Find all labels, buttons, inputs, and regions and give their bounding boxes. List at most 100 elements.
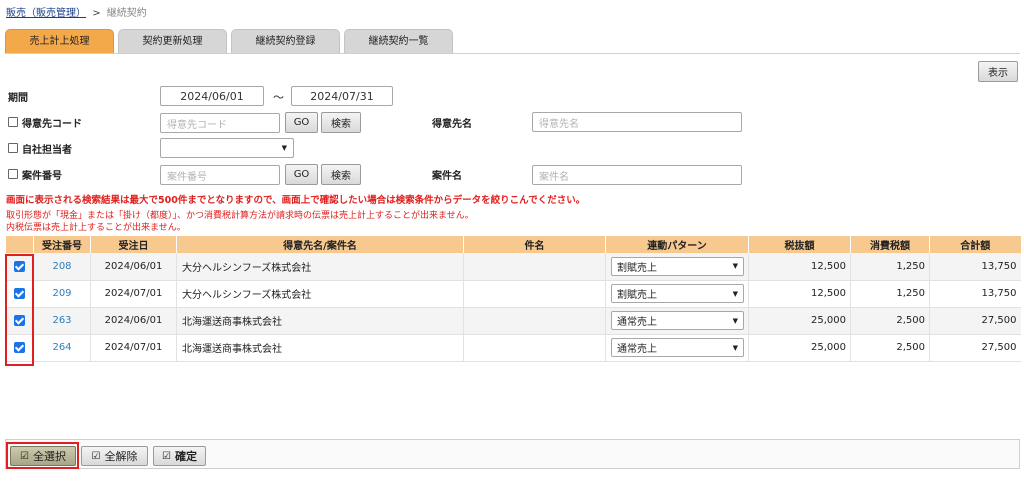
pattern-select[interactable]: 通常売上 ▼ — [611, 311, 744, 330]
chevron-down-icon: ▼ — [732, 262, 738, 271]
customer-name-input[interactable]: 得意先名 — [532, 112, 742, 132]
tab-divider — [5, 53, 1020, 54]
project-no-search-button[interactable]: 検索 — [321, 164, 361, 185]
total-amount: 13,750 — [929, 280, 1021, 308]
project-name-input[interactable]: 案件名 — [532, 165, 742, 185]
chevron-down-icon: ▼ — [281, 144, 287, 152]
sales-table: 受注番号 受注日 得意先名/案件名 件名 連動パターン 税抜額 消費税額 合計額… — [5, 236, 1021, 362]
pattern-value: 通常売上 — [617, 317, 657, 328]
select-all-highlight-box — [6, 442, 79, 469]
pattern-value: 通常売上 — [617, 344, 657, 355]
customer-name-placeholder: 得意先名 — [539, 118, 579, 130]
table-row: 209 2024/07/01 大分ヘルシンフーズ株式会社 割賦売上 ▼ 12,50… — [5, 280, 1021, 308]
order-no-link[interactable]: 209 — [33, 280, 91, 308]
show-button[interactable]: 表示 — [978, 61, 1018, 82]
order-no-link[interactable]: 264 — [33, 334, 91, 362]
customer-code-label: 得意先コード — [22, 118, 82, 130]
period-label: 期間 — [8, 92, 28, 104]
tab-contract-register[interactable]: 継続契約登録 — [231, 29, 340, 53]
chevron-down-icon: ▼ — [732, 316, 738, 325]
staff-row-label: 自社担当者 — [8, 141, 72, 156]
pattern-cell: 割賦売上 ▼ — [605, 253, 749, 281]
breadcrumb-parent-link[interactable]: 販売（販売管理） — [6, 8, 86, 19]
header-checkbox — [5, 236, 34, 253]
breadcrumb-separator: > — [92, 8, 101, 19]
pattern-cell: 通常売上 ▼ — [605, 307, 749, 335]
total-amount: 13,750 — [929, 253, 1021, 281]
customer-name: 北海運送商事株式会社 — [176, 307, 464, 335]
customer-name-label: 得意先名 — [432, 118, 472, 130]
pattern-value: 割賦売上 — [617, 290, 657, 301]
pattern-select[interactable]: 通常売上 ▼ — [611, 338, 744, 357]
subject — [463, 280, 606, 308]
chevron-down-icon: ▼ — [732, 289, 738, 298]
customer-name: 大分ヘルシンフーズ株式会社 — [176, 280, 464, 308]
breadcrumb: 販売（販売管理） > 継続契約 — [6, 4, 147, 19]
checkbox-icon: ☑ — [162, 450, 171, 462]
header-customer: 得意先名/案件名 — [176, 236, 464, 253]
period-from-input[interactable]: 2024/06/01 — [160, 86, 264, 106]
checkbox-highlight-box — [5, 254, 34, 366]
period-to-input[interactable]: 2024/07/31 — [291, 86, 393, 106]
customer-code-search-button[interactable]: 検索 — [321, 112, 361, 133]
table-row: 263 2024/06/01 北海運送商事株式会社 通常売上 ▼ 25,000 2… — [5, 307, 1021, 335]
staff-label: 自社担当者 — [22, 144, 72, 156]
clear-all-label: 全解除 — [104, 450, 138, 463]
order-no-link[interactable]: 263 — [33, 307, 91, 335]
net-amount: 25,000 — [748, 334, 851, 362]
project-no-placeholder: 案件番号 — [167, 171, 207, 183]
customer-code-go-button[interactable]: GO — [285, 112, 318, 133]
order-date: 2024/07/01 — [90, 280, 177, 308]
header-tax-amount: 消費税額 — [850, 236, 930, 253]
table-row: 208 2024/06/01 大分ヘルシンフーズ株式会社 割賦売上 ▼ 12,50… — [5, 253, 1021, 281]
tab-contract-renewal[interactable]: 契約更新処理 — [118, 29, 227, 53]
tax-amount: 1,250 — [850, 280, 930, 308]
project-no-row-label: 案件番号 — [8, 167, 62, 182]
pattern-select[interactable]: 割賦売上 ▼ — [611, 284, 744, 303]
tax-amount: 2,500 — [850, 307, 930, 335]
order-no-link[interactable]: 208 — [33, 253, 91, 281]
net-amount: 25,000 — [748, 307, 851, 335]
total-amount: 27,500 — [929, 334, 1021, 362]
table-header-row: 受注番号 受注日 得意先名/案件名 件名 連動パターン 税抜額 消費税額 合計額 — [5, 236, 1021, 253]
period-tilde: ～ — [273, 91, 284, 104]
project-no-checkbox[interactable] — [8, 169, 18, 179]
project-name-placeholder: 案件名 — [539, 171, 569, 183]
customer-code-checkbox[interactable] — [8, 117, 18, 127]
table-row: 264 2024/07/01 北海運送商事株式会社 通常売上 ▼ 25,000 2… — [5, 334, 1021, 362]
confirm-button[interactable]: ☑ 確定 — [153, 446, 206, 466]
project-no-go-button[interactable]: GO — [285, 164, 318, 185]
header-subject: 件名 — [463, 236, 606, 253]
chevron-down-icon: ▼ — [732, 343, 738, 352]
header-order-no: 受注番号 — [33, 236, 91, 253]
clear-all-button[interactable]: ☑ 全解除 — [81, 446, 148, 466]
subject — [463, 253, 606, 281]
header-pattern: 連動パターン — [605, 236, 749, 253]
total-amount: 27,500 — [929, 307, 1021, 335]
staff-checkbox[interactable] — [8, 143, 18, 153]
pattern-select[interactable]: 割賦売上 ▼ — [611, 256, 744, 276]
header-total-amount: 合計額 — [929, 236, 1021, 253]
tab-sales-posting[interactable]: 売上計上処理 — [5, 29, 114, 53]
project-no-input[interactable]: 案件番号 — [160, 165, 280, 185]
subject — [463, 334, 606, 362]
order-date: 2024/07/01 — [90, 334, 177, 362]
breadcrumb-current: 継続契約 — [106, 8, 147, 19]
pattern-value: 割賦売上 — [617, 262, 657, 274]
order-date: 2024/06/01 — [90, 307, 177, 335]
tab-contract-list[interactable]: 継続契約一覧 — [344, 29, 453, 53]
tab-bar: 売上計上処理 契約更新処理 継続契約登録 継続契約一覧 — [5, 29, 453, 53]
search-limit-warning: 画面に表示される検索結果は最大で500件までとなりますので、画面上で確認したい場… — [6, 195, 586, 206]
project-no-label: 案件番号 — [22, 170, 62, 182]
header-order-date: 受注日 — [90, 236, 177, 253]
customer-name: 大分ヘルシンフーズ株式会社 — [176, 253, 464, 281]
customer-code-placeholder: 得意先コード — [167, 119, 227, 131]
customer-code-input[interactable]: 得意先コード — [160, 113, 280, 133]
project-name-label: 案件名 — [432, 170, 462, 182]
pattern-cell: 割賦売上 ▼ — [605, 280, 749, 308]
net-amount: 12,500 — [748, 280, 851, 308]
tax-included-note: 内税伝票は売上計上することが出来ません。 — [6, 223, 186, 233]
staff-select[interactable]: ▼ — [160, 138, 294, 158]
tax-amount: 2,500 — [850, 334, 930, 362]
order-date: 2024/06/01 — [90, 253, 177, 281]
